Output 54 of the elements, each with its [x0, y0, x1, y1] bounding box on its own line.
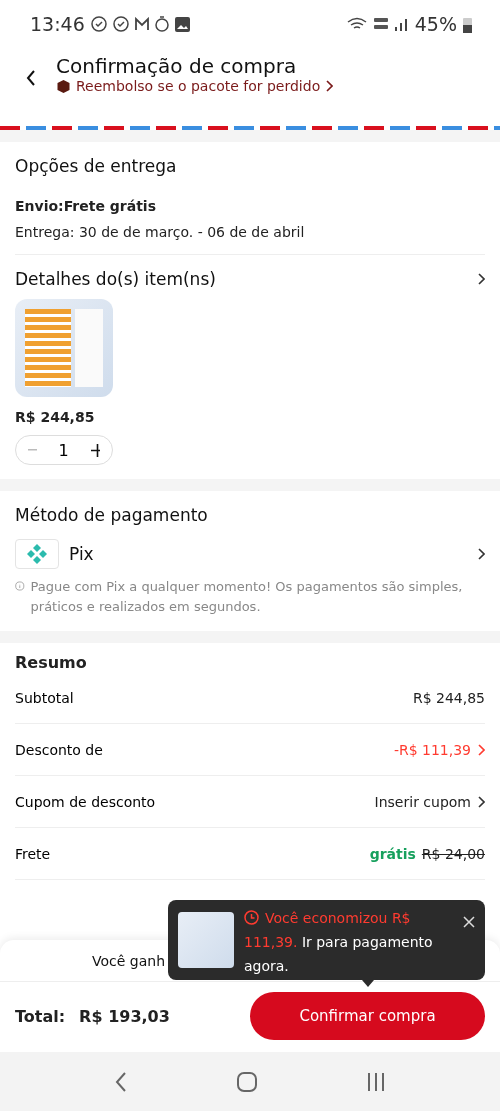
- savings-toast[interactable]: Você economizou R$ 111,39. Ir para pagamento agora.: [168, 900, 485, 980]
- battery-icon: [463, 15, 472, 33]
- payment-method[interactable]: Pix: [69, 544, 94, 564]
- summary-value: R$ 244,85: [412, 689, 485, 706]
- total-label: Total:: [15, 1006, 66, 1026]
- check-circle-icon: [90, 16, 107, 32]
- payment-note: Pague com Pix a qualquer momento! Os pagamentos são simples, práticos e realizados em segundos.: [30, 578, 464, 616]
- check-circle-icon: [112, 16, 129, 32]
- confirm-button[interactable]: Confirmar compra: [250, 992, 485, 1040]
- product-price: R$ 244,85: [15, 409, 96, 425]
- battery-percent: 45%: [414, 13, 457, 35]
- summary-value: R$ 24,00: [421, 845, 485, 862]
- summary-value[interactable]: Inserir cupom: [374, 793, 471, 810]
- recents-nav-icon[interactable]: [367, 1072, 385, 1091]
- summary-label: Frete: [15, 845, 51, 862]
- section-title: Detalhes do(s) item(ns): [15, 269, 216, 289]
- free-shipping-label: grátis: [369, 845, 416, 862]
- home-nav-icon[interactable]: [237, 1071, 257, 1092]
- back-nav-icon[interactable]: [115, 1071, 127, 1092]
- product-thumbnail: [178, 912, 234, 968]
- chevron-right-icon: [477, 743, 485, 756]
- shipping-method: Envio:Frete grátis: [15, 198, 157, 214]
- credits-text: Você ganh: [92, 952, 166, 969]
- summary-label: Subtotal: [15, 689, 74, 706]
- chevron-right-icon: [477, 795, 485, 808]
- summary-label: Desconto de: [15, 741, 103, 758]
- page-title: Confirmação de compra: [56, 54, 298, 78]
- delivery-estimate: Entrega: 30 de de março. - 06 de de abril: [15, 224, 306, 240]
- clock-icon: [244, 910, 259, 925]
- section-title: Opções de entrega: [15, 156, 177, 176]
- section-title: Resumo: [15, 653, 88, 672]
- chevron-right-icon: [325, 80, 334, 92]
- section-title: Método de pagamento: [15, 505, 208, 525]
- info-icon: [15, 579, 25, 593]
- quantity-value: 1: [58, 440, 69, 460]
- toast-pointer: [362, 980, 374, 987]
- mail-icon: [134, 17, 149, 31]
- plus-icon[interactable]: [90, 443, 100, 457]
- image-icon: [174, 16, 190, 32]
- pix-logo-icon: [15, 539, 59, 569]
- chevron-right-icon: [477, 548, 485, 560]
- toast-message: Você economizou R$ 111,39. Ir para pagamento agora.: [244, 909, 434, 974]
- summary-value: -R$ 111,39: [393, 741, 471, 758]
- chevron-right-icon: [477, 273, 485, 285]
- timer-icon: [154, 16, 169, 32]
- status-time: 13:46: [30, 13, 85, 35]
- summary-label: Cupom de desconto: [15, 793, 156, 810]
- refund-link[interactable]: Reembolso se o pacote for perdido: [56, 78, 334, 94]
- close-icon[interactable]: [463, 916, 475, 928]
- back-icon[interactable]: [26, 70, 36, 86]
- package-icon: [56, 78, 71, 94]
- signal-icon: [394, 16, 409, 32]
- wifi-icon: [346, 16, 367, 32]
- total-amount: R$ 193,03: [79, 1006, 170, 1026]
